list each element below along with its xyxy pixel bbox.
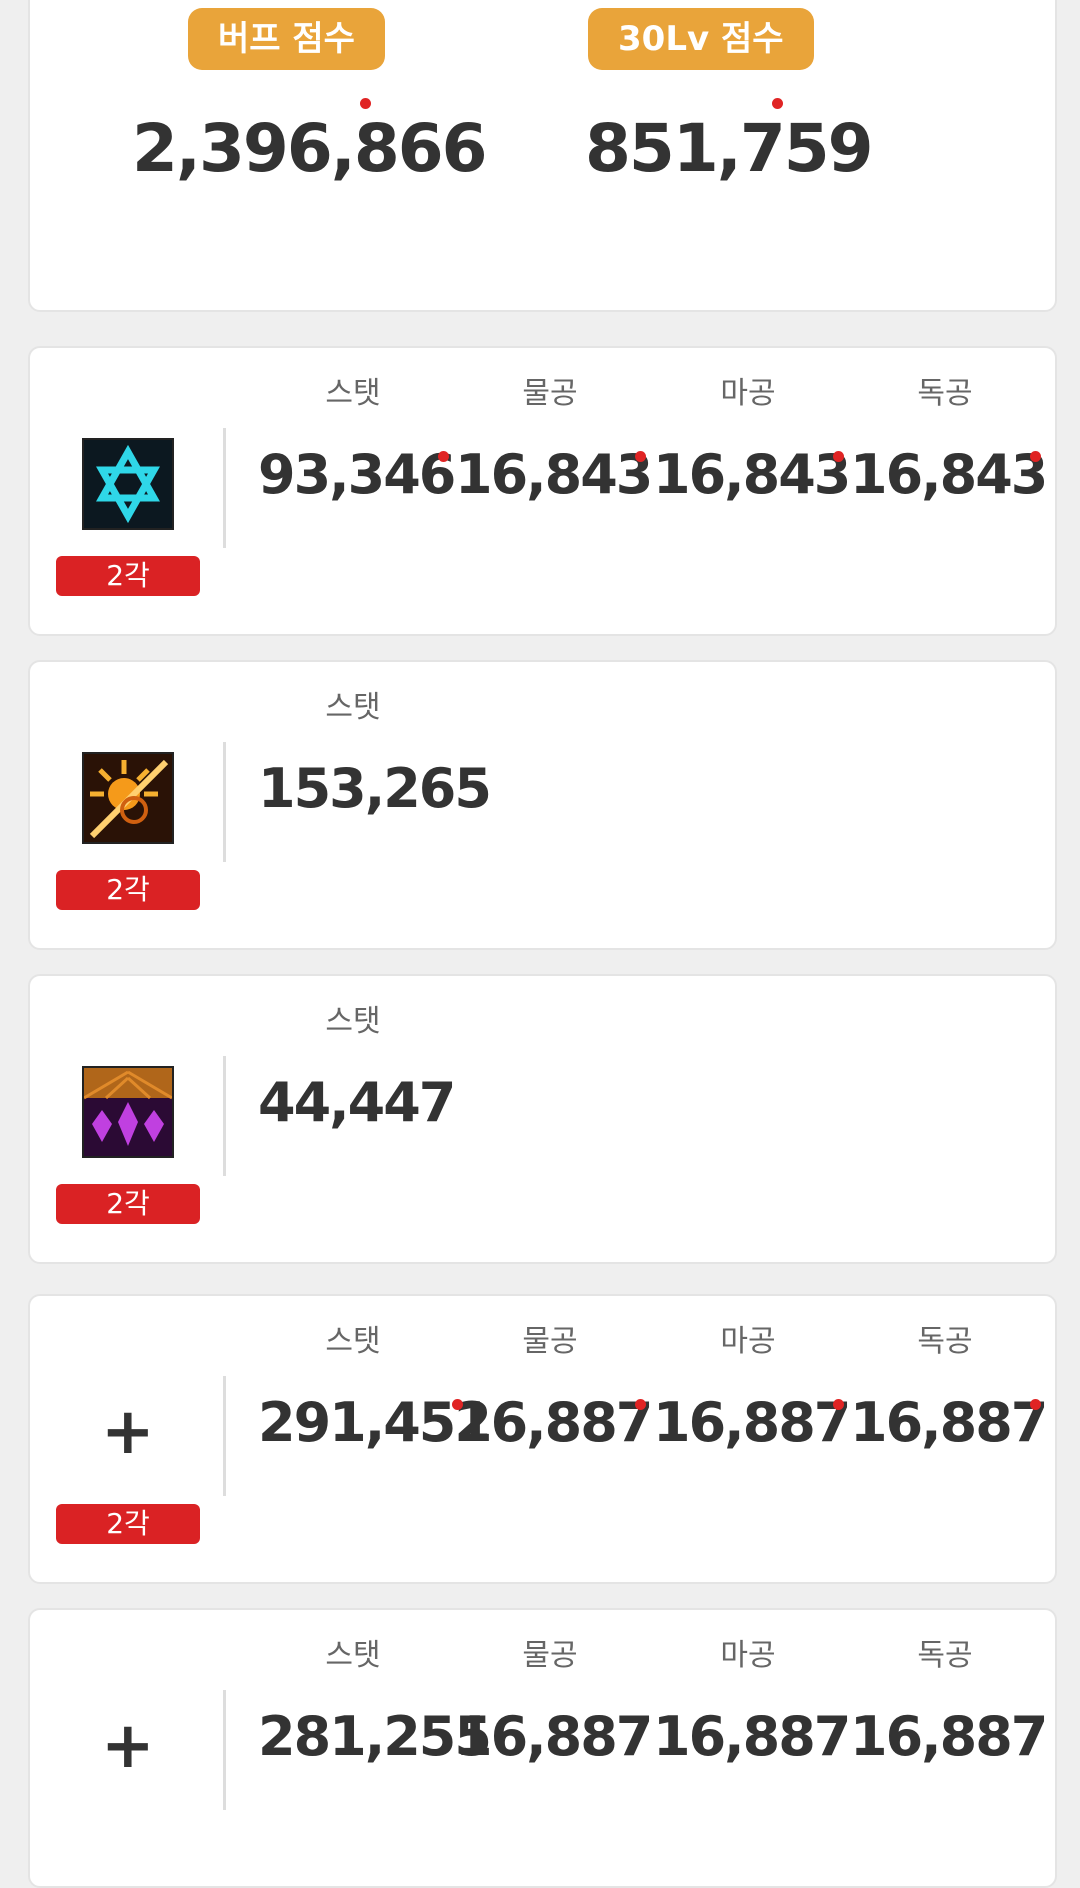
divider	[223, 1056, 226, 1176]
divider	[223, 1690, 226, 1810]
independent-attack-value: 16,887	[850, 1705, 1048, 1768]
lv30-score-indicator-dot	[772, 98, 783, 109]
plus-icon: +	[101, 1395, 155, 1469]
buff-skill-card: 2각 스탯 물공 마공 독공 93,346 16,843 16,843 16,8…	[28, 346, 1057, 636]
rank-badge: 2각	[56, 1184, 200, 1224]
plus-icon: +	[101, 1709, 155, 1783]
independent-attack-column-label: 독공	[917, 1324, 973, 1359]
total-stat-card: + 2각 스탯 물공 마공 독공 291,452 16,887 16,887 1…	[28, 1294, 1057, 1584]
rank-badge: 2각	[56, 870, 200, 910]
stat-value: 281,255	[258, 1705, 492, 1768]
indicator-dot	[1030, 1399, 1041, 1410]
physical-attack-value: 16,887	[455, 1705, 653, 1768]
buff-skill-card: 2각 스탯 153,265	[28, 660, 1057, 950]
lv30-score-label: 30Lv 점수	[588, 8, 814, 70]
stat-column-label: 스탯	[325, 1638, 381, 1673]
physical-attack-column-label: 물공	[522, 1638, 578, 1673]
indicator-dot	[1030, 451, 1041, 462]
stat-value: 153,265	[258, 757, 492, 820]
physical-attack-column-label: 물공	[522, 376, 578, 411]
indicator-dot	[635, 1399, 646, 1410]
stat-column-label: 스탯	[325, 1324, 381, 1359]
physical-attack-value: 16,887	[455, 1391, 653, 1454]
stat-value: 44,447	[258, 1071, 456, 1134]
stat-value: 291,452	[258, 1391, 492, 1454]
rank-badge: 2각	[56, 1504, 200, 1544]
indicator-dot	[438, 451, 449, 462]
divider	[223, 428, 226, 548]
total-stat-card: + 스탯 물공 마공 독공 281,255 16,887 16,887 16,8…	[28, 1608, 1057, 1888]
buff-score-indicator-dot	[360, 98, 371, 109]
magic-attack-value: 16,887	[653, 1391, 851, 1454]
stat-column-label: 스탯	[325, 376, 381, 411]
stat-column-label: 스탯	[325, 1004, 381, 1039]
indicator-dot	[833, 451, 844, 462]
magic-attack-column-label: 마공	[720, 1638, 776, 1673]
independent-attack-value: 16,843	[850, 443, 1048, 506]
magic-attack-column-label: 마공	[720, 376, 776, 411]
sun-burst-skill-icon	[82, 752, 174, 844]
score-summary-card: 버프 점수 30Lv 점수 2,396,866 851,759	[28, 0, 1057, 312]
purple-crystal-skill-icon	[82, 1066, 174, 1158]
indicator-dot	[635, 451, 646, 462]
buff-score-value: 2,396,866	[132, 110, 488, 187]
hexagram-skill-icon	[82, 438, 174, 530]
divider	[223, 1376, 226, 1496]
divider	[223, 742, 226, 862]
physical-attack-value: 16,843	[455, 443, 653, 506]
magic-attack-value: 16,887	[653, 1705, 851, 1768]
rank-badge: 2각	[56, 556, 200, 596]
indicator-dot	[833, 1399, 844, 1410]
independent-attack-column-label: 독공	[917, 376, 973, 411]
lv30-score-value: 851,759	[585, 110, 874, 187]
indicator-dot	[452, 1399, 463, 1410]
buff-skill-card: 2각 스탯 44,447	[28, 974, 1057, 1264]
buff-score-label: 버프 점수	[188, 8, 385, 70]
independent-attack-column-label: 독공	[917, 1638, 973, 1673]
magic-attack-column-label: 마공	[720, 1324, 776, 1359]
stat-value: 93,346	[258, 443, 456, 506]
physical-attack-column-label: 물공	[522, 1324, 578, 1359]
stat-column-label: 스탯	[325, 690, 381, 725]
independent-attack-value: 16,887	[850, 1391, 1048, 1454]
magic-attack-value: 16,843	[653, 443, 851, 506]
